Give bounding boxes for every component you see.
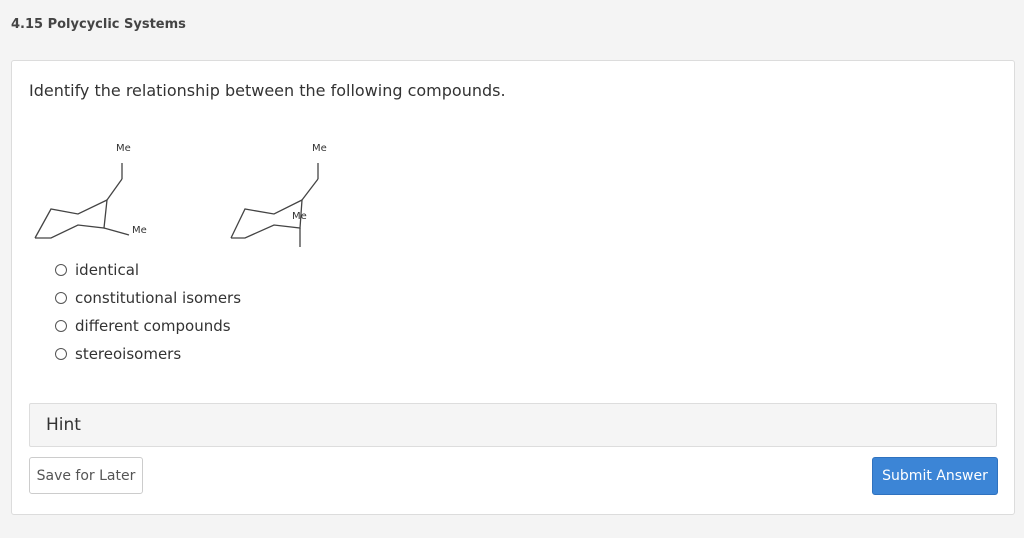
radio-stereoisomers[interactable] xyxy=(55,348,67,360)
save-for-later-button[interactable]: Save for Later xyxy=(29,457,143,494)
option-label: stereoisomers xyxy=(75,345,182,363)
compound-1-me-top: Me xyxy=(116,143,131,154)
option-different-compounds[interactable]: different compounds xyxy=(55,312,241,340)
option-label: identical xyxy=(75,261,140,279)
compound-1-ring xyxy=(34,163,130,239)
option-label: different compounds xyxy=(75,317,231,335)
compound-2-me-axial: Me xyxy=(292,211,307,221)
hint-label: Hint xyxy=(46,415,81,435)
radio-constitutional-isomers[interactable] xyxy=(55,292,67,304)
hint-toggle[interactable]: Hint xyxy=(29,403,997,447)
question-card: Identify the relationship between the fo… xyxy=(11,60,1015,515)
option-identical[interactable]: identical xyxy=(55,256,241,284)
option-constitutional-isomers[interactable]: constitutional isomers xyxy=(55,284,241,312)
option-stereoisomers[interactable]: stereoisomers xyxy=(55,340,241,368)
radio-different-compounds[interactable] xyxy=(55,320,67,332)
submit-answer-button[interactable]: Submit Answer xyxy=(872,457,998,495)
compound-structures: Me Me Me xyxy=(34,143,327,247)
option-label: constitutional isomers xyxy=(75,289,242,307)
answer-options: identical constitutional isomers differe… xyxy=(55,256,241,368)
compound-1-me-equatorial: Me xyxy=(132,225,147,236)
compound-2-me-top: Me xyxy=(312,143,327,154)
section-title: 4.15 Polycyclic Systems xyxy=(11,17,186,32)
radio-identical[interactable] xyxy=(55,264,67,276)
compound-2-me-label-wrap: Me xyxy=(292,211,307,221)
